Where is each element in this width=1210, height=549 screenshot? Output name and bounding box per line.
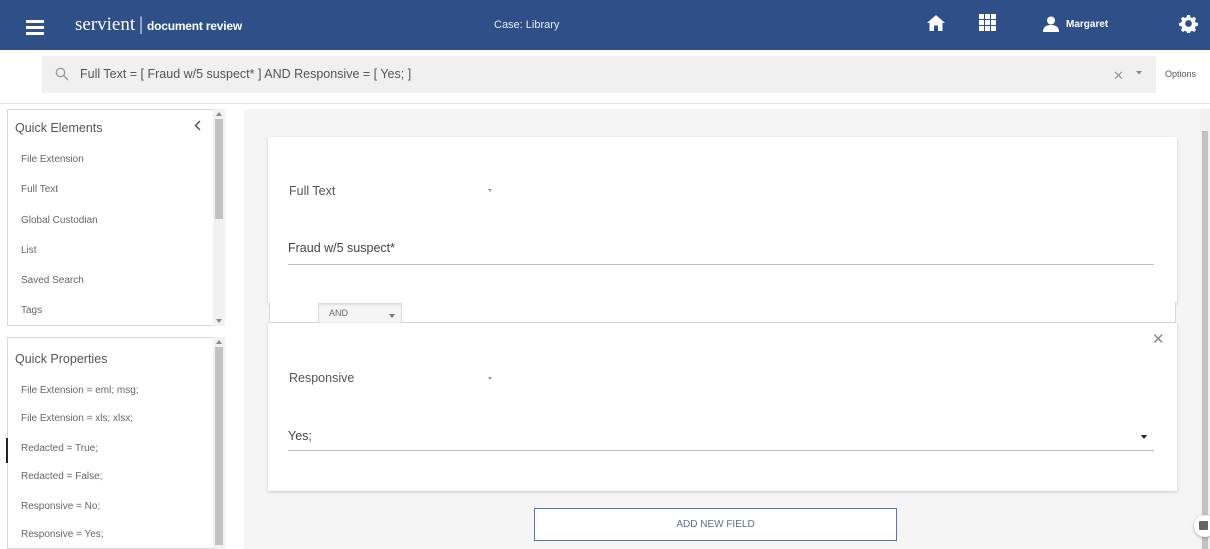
- chevron-down-icon[interactable]: [488, 377, 492, 380]
- scroll-thumb[interactable]: [1202, 131, 1208, 549]
- quick-property-item[interactable]: Responsive = Yes;: [21, 529, 104, 540]
- collapse-chevron-icon[interactable]: [194, 120, 201, 131]
- quick-property-item[interactable]: Redacted = False;: [21, 471, 102, 482]
- quick-element-item[interactable]: List: [21, 245, 37, 256]
- scroll-thumb[interactable]: [215, 119, 223, 219]
- menu-icon[interactable]: [26, 20, 44, 35]
- field-name-select[interactable]: Full Text: [289, 184, 335, 198]
- field-card-full-text: Full Text Fraud w/5 suspect*: [268, 137, 1177, 303]
- quick-properties-title: Quick Properties: [15, 352, 108, 366]
- apps-grid-icon[interactable]: [979, 14, 996, 31]
- divider: [6, 438, 8, 463]
- chat-icon[interactable]: [1194, 515, 1210, 537]
- operator-connector: [269, 302, 319, 323]
- quick-element-item[interactable]: Global Custodian: [21, 215, 98, 226]
- divider: [0, 103, 1210, 104]
- search-icon: [55, 67, 69, 81]
- field-value-input[interactable]: Fraud w/5 suspect*: [288, 241, 1154, 265]
- field-name-select[interactable]: Responsive: [289, 371, 354, 385]
- chevron-down-icon: [1141, 435, 1147, 439]
- search-area: Full Text = [ Fraud w/5 suspect* ] AND R…: [0, 50, 1210, 103]
- field-card-responsive: Responsive Yes;: [268, 323, 1177, 491]
- quick-property-item[interactable]: File Extension = xls; xlsx;: [21, 413, 133, 424]
- gear-icon[interactable]: [1179, 14, 1198, 33]
- quick-element-item[interactable]: Full Text: [21, 184, 58, 195]
- quick-elements-title: Quick Elements: [15, 121, 103, 135]
- close-icon[interactable]: ✕: [1152, 330, 1165, 348]
- chevron-down-icon[interactable]: [488, 189, 492, 192]
- search-bar[interactable]: Full Text = [ Fraud w/5 suspect* ] AND R…: [42, 56, 1156, 93]
- top-nav-bar: servient | document review Case: Library M…: [0, 0, 1210, 50]
- quick-property-item[interactable]: Responsive = No;: [21, 501, 100, 512]
- home-icon[interactable]: [926, 14, 946, 32]
- app-brand[interactable]: servient | document review: [75, 14, 242, 36]
- scroll-thumb[interactable]: [215, 347, 223, 545]
- clear-icon[interactable]: ✕: [1113, 68, 1124, 84]
- operator-connector: [401, 302, 1176, 323]
- search-query[interactable]: Full Text = [ Fraud w/5 suspect* ] AND R…: [80, 67, 411, 81]
- quick-elements-scrollbar[interactable]: [213, 109, 225, 326]
- left-panel: Quick Elements File Extension Full Text …: [7, 109, 229, 549]
- quick-property-item[interactable]: Redacted = True;: [21, 443, 98, 454]
- quick-elements-panel: Quick Elements File Extension Full Text …: [7, 109, 213, 326]
- chevron-down-icon: [389, 314, 395, 318]
- quick-properties-scrollbar[interactable]: [213, 337, 225, 549]
- main-scrollbar[interactable]: [1200, 109, 1210, 549]
- field-value-text: Yes;: [288, 429, 312, 443]
- user-menu[interactable]: Margaret: [1043, 16, 1108, 32]
- user-name: Margaret: [1066, 18, 1109, 30]
- operator-select[interactable]: AND: [322, 302, 397, 324]
- field-value-text: Fraud w/5 suspect*: [288, 241, 395, 255]
- quick-properties-panel: Quick Properties File Extension = eml; m…: [7, 337, 213, 549]
- options-link[interactable]: Options: [1165, 69, 1196, 79]
- user-icon: [1043, 16, 1059, 32]
- add-new-field-button[interactable]: ADD NEW FIELD: [534, 508, 897, 541]
- field-value-select[interactable]: Yes;: [288, 429, 1154, 451]
- quick-element-item[interactable]: Saved Search: [21, 275, 84, 286]
- brand-subtitle: document review: [146, 19, 242, 33]
- brand-name: servient: [75, 14, 136, 35]
- quick-element-item[interactable]: File Extension: [21, 154, 84, 165]
- quick-property-item[interactable]: File Extension = eml; msg;: [21, 385, 139, 396]
- chevron-down-icon[interactable]: [1135, 70, 1143, 76]
- query-builder: Full Text Fraud w/5 suspect* AND Respons…: [244, 109, 1200, 549]
- case-label: Case: Library: [494, 19, 560, 31]
- brand-separator: |: [139, 14, 143, 35]
- quick-element-item[interactable]: Tags: [21, 305, 42, 316]
- operator-value: AND: [329, 308, 349, 318]
